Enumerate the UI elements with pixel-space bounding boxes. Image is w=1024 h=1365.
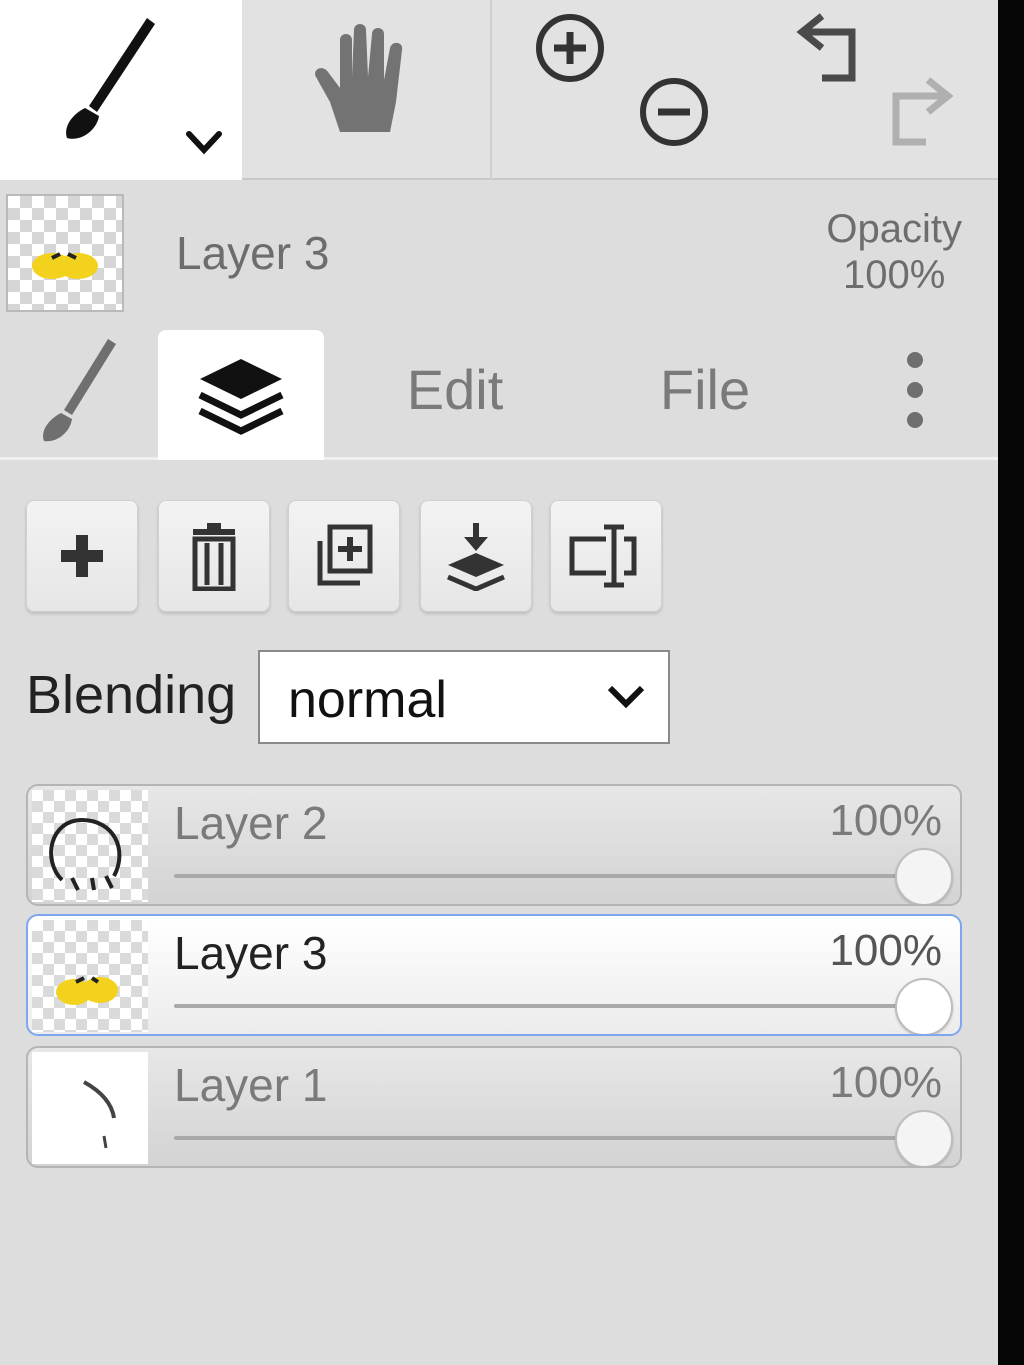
layer-row-layer-2[interactable]: Layer 2 100% [26, 784, 962, 906]
layers-panel: Layer 3 Opacity 100% Edit File Blending … [0, 0, 998, 1365]
layer-thumbnail [32, 1052, 148, 1164]
panel-tabs: Edit File [0, 322, 998, 460]
blending-label: Blending [26, 665, 237, 725]
current-layer-opacity[interactable]: Opacity 100% [826, 206, 962, 298]
zoom-out-icon[interactable] [638, 76, 710, 148]
tab-file[interactable]: File [620, 322, 790, 457]
add-layer-button[interactable] [26, 500, 138, 612]
undo-icon[interactable] [788, 8, 864, 84]
layer-row-layer-3[interactable]: Layer 3 100% [26, 914, 962, 1036]
layer-opacity-slider-handle[interactable] [895, 978, 953, 1034]
add-icon [61, 535, 103, 577]
layer-thumbnail [32, 920, 148, 1032]
layer-name: Layer 1 [174, 1059, 328, 1111]
zoom-in-icon[interactable] [534, 12, 606, 84]
zoom-controls [492, 0, 742, 180]
blending-value: normal [288, 671, 447, 729]
layer-opacity-slider[interactable] [174, 1004, 924, 1008]
history-controls [742, 0, 998, 180]
opacity-label: Opacity [826, 207, 962, 251]
hand-icon [315, 24, 403, 132]
layer-name: Layer 3 [174, 927, 328, 979]
top-toolbar [0, 0, 998, 180]
merge-down-button[interactable] [420, 500, 532, 612]
hand-tool-button[interactable] [242, 0, 492, 180]
current-layer-header: Layer 3 Opacity 100% [0, 182, 998, 322]
layer-opacity-slider-handle[interactable] [895, 848, 953, 904]
tab-layers[interactable] [158, 330, 324, 460]
paintbrush-icon [66, 18, 155, 139]
more-vertical-icon [907, 351, 923, 428]
blending-select[interactable]: normal [258, 650, 670, 744]
rename-layer-button[interactable] [550, 500, 662, 612]
delete-layer-button[interactable] [158, 500, 270, 612]
brush-tool-button[interactable] [0, 0, 242, 180]
layer-opacity-value: 100% [829, 796, 942, 845]
redo-icon[interactable] [886, 72, 962, 148]
layer-opacity-value: 100% [829, 1058, 942, 1107]
paintbrush-icon [43, 338, 116, 441]
rename-icon [569, 524, 637, 588]
layers-icon [198, 359, 284, 435]
layer-row-layer-1[interactable]: Layer 1 100% [26, 1046, 962, 1168]
trash-icon [192, 523, 236, 591]
tab-edit[interactable]: Edit [370, 322, 540, 457]
layer-opacity-slider-handle[interactable] [895, 1110, 953, 1166]
duplicate-icon [317, 524, 373, 586]
tab-brush[interactable] [0, 322, 158, 457]
layer-opacity-value: 100% [829, 926, 942, 975]
chevron-down-icon [186, 131, 222, 155]
current-layer-thumbnail [6, 194, 124, 312]
layer-thumbnail [32, 790, 148, 902]
more-menu-button[interactable] [880, 322, 950, 457]
scrollbar[interactable] [998, 0, 1024, 1365]
merge-down-icon [447, 523, 505, 591]
current-layer-name: Layer 3 [176, 227, 330, 279]
opacity-value: 100% [843, 253, 946, 297]
layer-opacity-slider[interactable] [174, 1136, 924, 1140]
duplicate-layer-button[interactable] [288, 500, 400, 612]
chevron-down-icon [607, 685, 645, 709]
layer-name: Layer 2 [174, 797, 328, 849]
layer-opacity-slider[interactable] [174, 874, 924, 878]
